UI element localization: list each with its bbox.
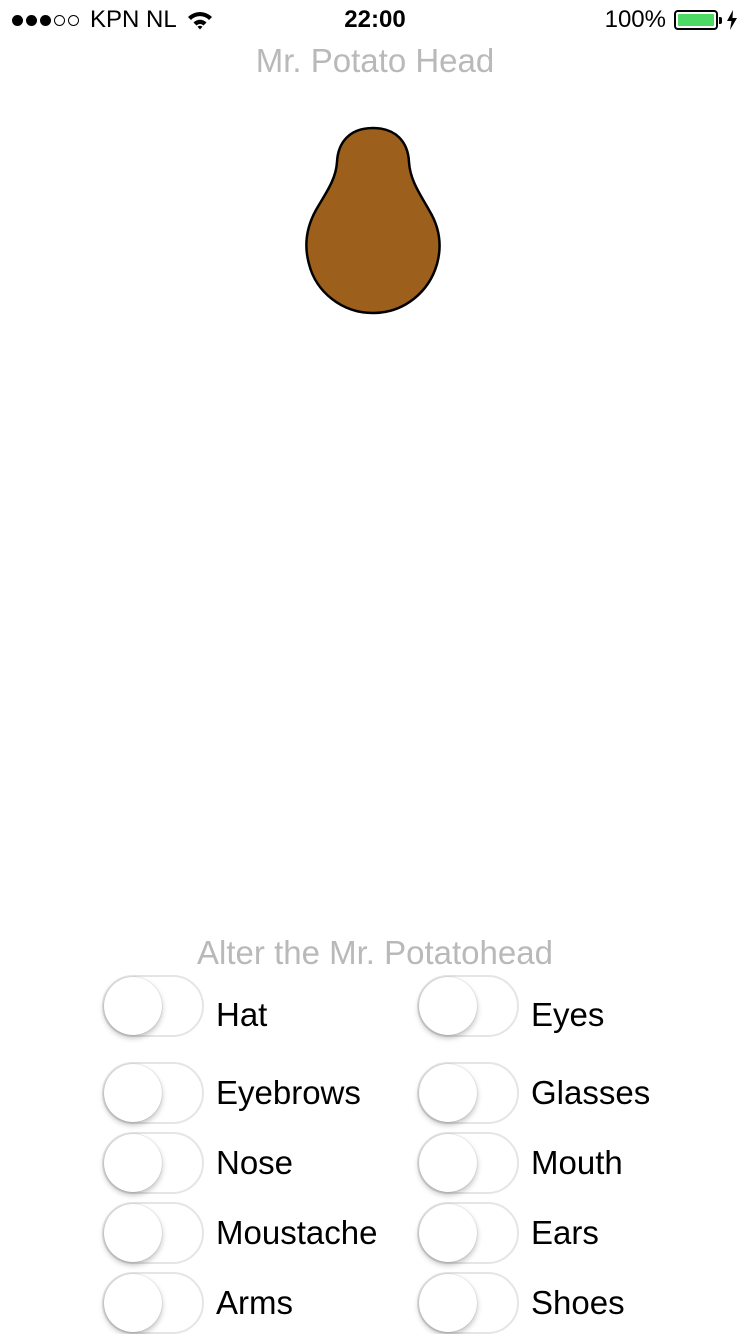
toggle-moustache-label: Moustache xyxy=(216,1214,378,1251)
page-title: Mr. Potato Head xyxy=(255,42,495,79)
toggle-nose-label: Nose xyxy=(216,1144,294,1181)
toggle-shoes-label: Shoes xyxy=(531,1284,625,1321)
switch-knob xyxy=(419,1274,477,1332)
status-right: 100% xyxy=(605,6,738,34)
toggle-ears-switch[interactable] xyxy=(417,1202,519,1264)
toggle-arms-switch[interactable] xyxy=(102,1272,204,1334)
battery-percent: 100% xyxy=(604,6,666,33)
switch-knob xyxy=(419,1204,477,1262)
toggle-nose-switch[interactable] xyxy=(102,1132,204,1194)
switch-knob xyxy=(104,1204,162,1262)
toggle-arms-label: Arms xyxy=(216,1284,293,1321)
battery-icon xyxy=(674,10,722,30)
battery-fill xyxy=(678,14,714,26)
toggle-eyebrows-label: Eyebrows xyxy=(216,1074,361,1111)
switch-knob xyxy=(419,977,477,1035)
switch-knob xyxy=(419,1064,477,1122)
switch-knob xyxy=(104,1274,162,1332)
toggle-eyes-label: Eyes xyxy=(531,996,605,1033)
charging-bolt-icon xyxy=(727,10,737,30)
switch-knob xyxy=(104,977,162,1035)
section-label: Alter the Mr. Potatohead xyxy=(197,934,553,971)
toggle-mouth-switch[interactable] xyxy=(417,1132,519,1194)
switch-knob xyxy=(104,1134,162,1192)
toggle-hat-label: Hat xyxy=(216,996,268,1033)
toggle-shoes-switch[interactable] xyxy=(417,1272,519,1334)
toggle-glasses-switch[interactable] xyxy=(417,1062,519,1124)
toggle-hat-switch[interactable] xyxy=(102,975,204,1037)
toggle-moustache-switch[interactable] xyxy=(102,1202,204,1264)
switch-knob xyxy=(419,1134,477,1192)
switch-knob xyxy=(104,1064,162,1122)
potato-body-image xyxy=(305,126,441,315)
status-bar: KPN NL 22:00 100% xyxy=(0,0,750,40)
toggle-mouth-label: Mouth xyxy=(531,1144,623,1181)
toggle-ears-label: Ears xyxy=(531,1214,599,1251)
battery-cap xyxy=(719,17,722,24)
potato-body-shape xyxy=(305,126,441,315)
toggle-eyebrows-switch[interactable] xyxy=(102,1062,204,1124)
toggle-glasses-label: Glasses xyxy=(531,1074,651,1111)
toggle-eyes-switch[interactable] xyxy=(417,975,519,1037)
